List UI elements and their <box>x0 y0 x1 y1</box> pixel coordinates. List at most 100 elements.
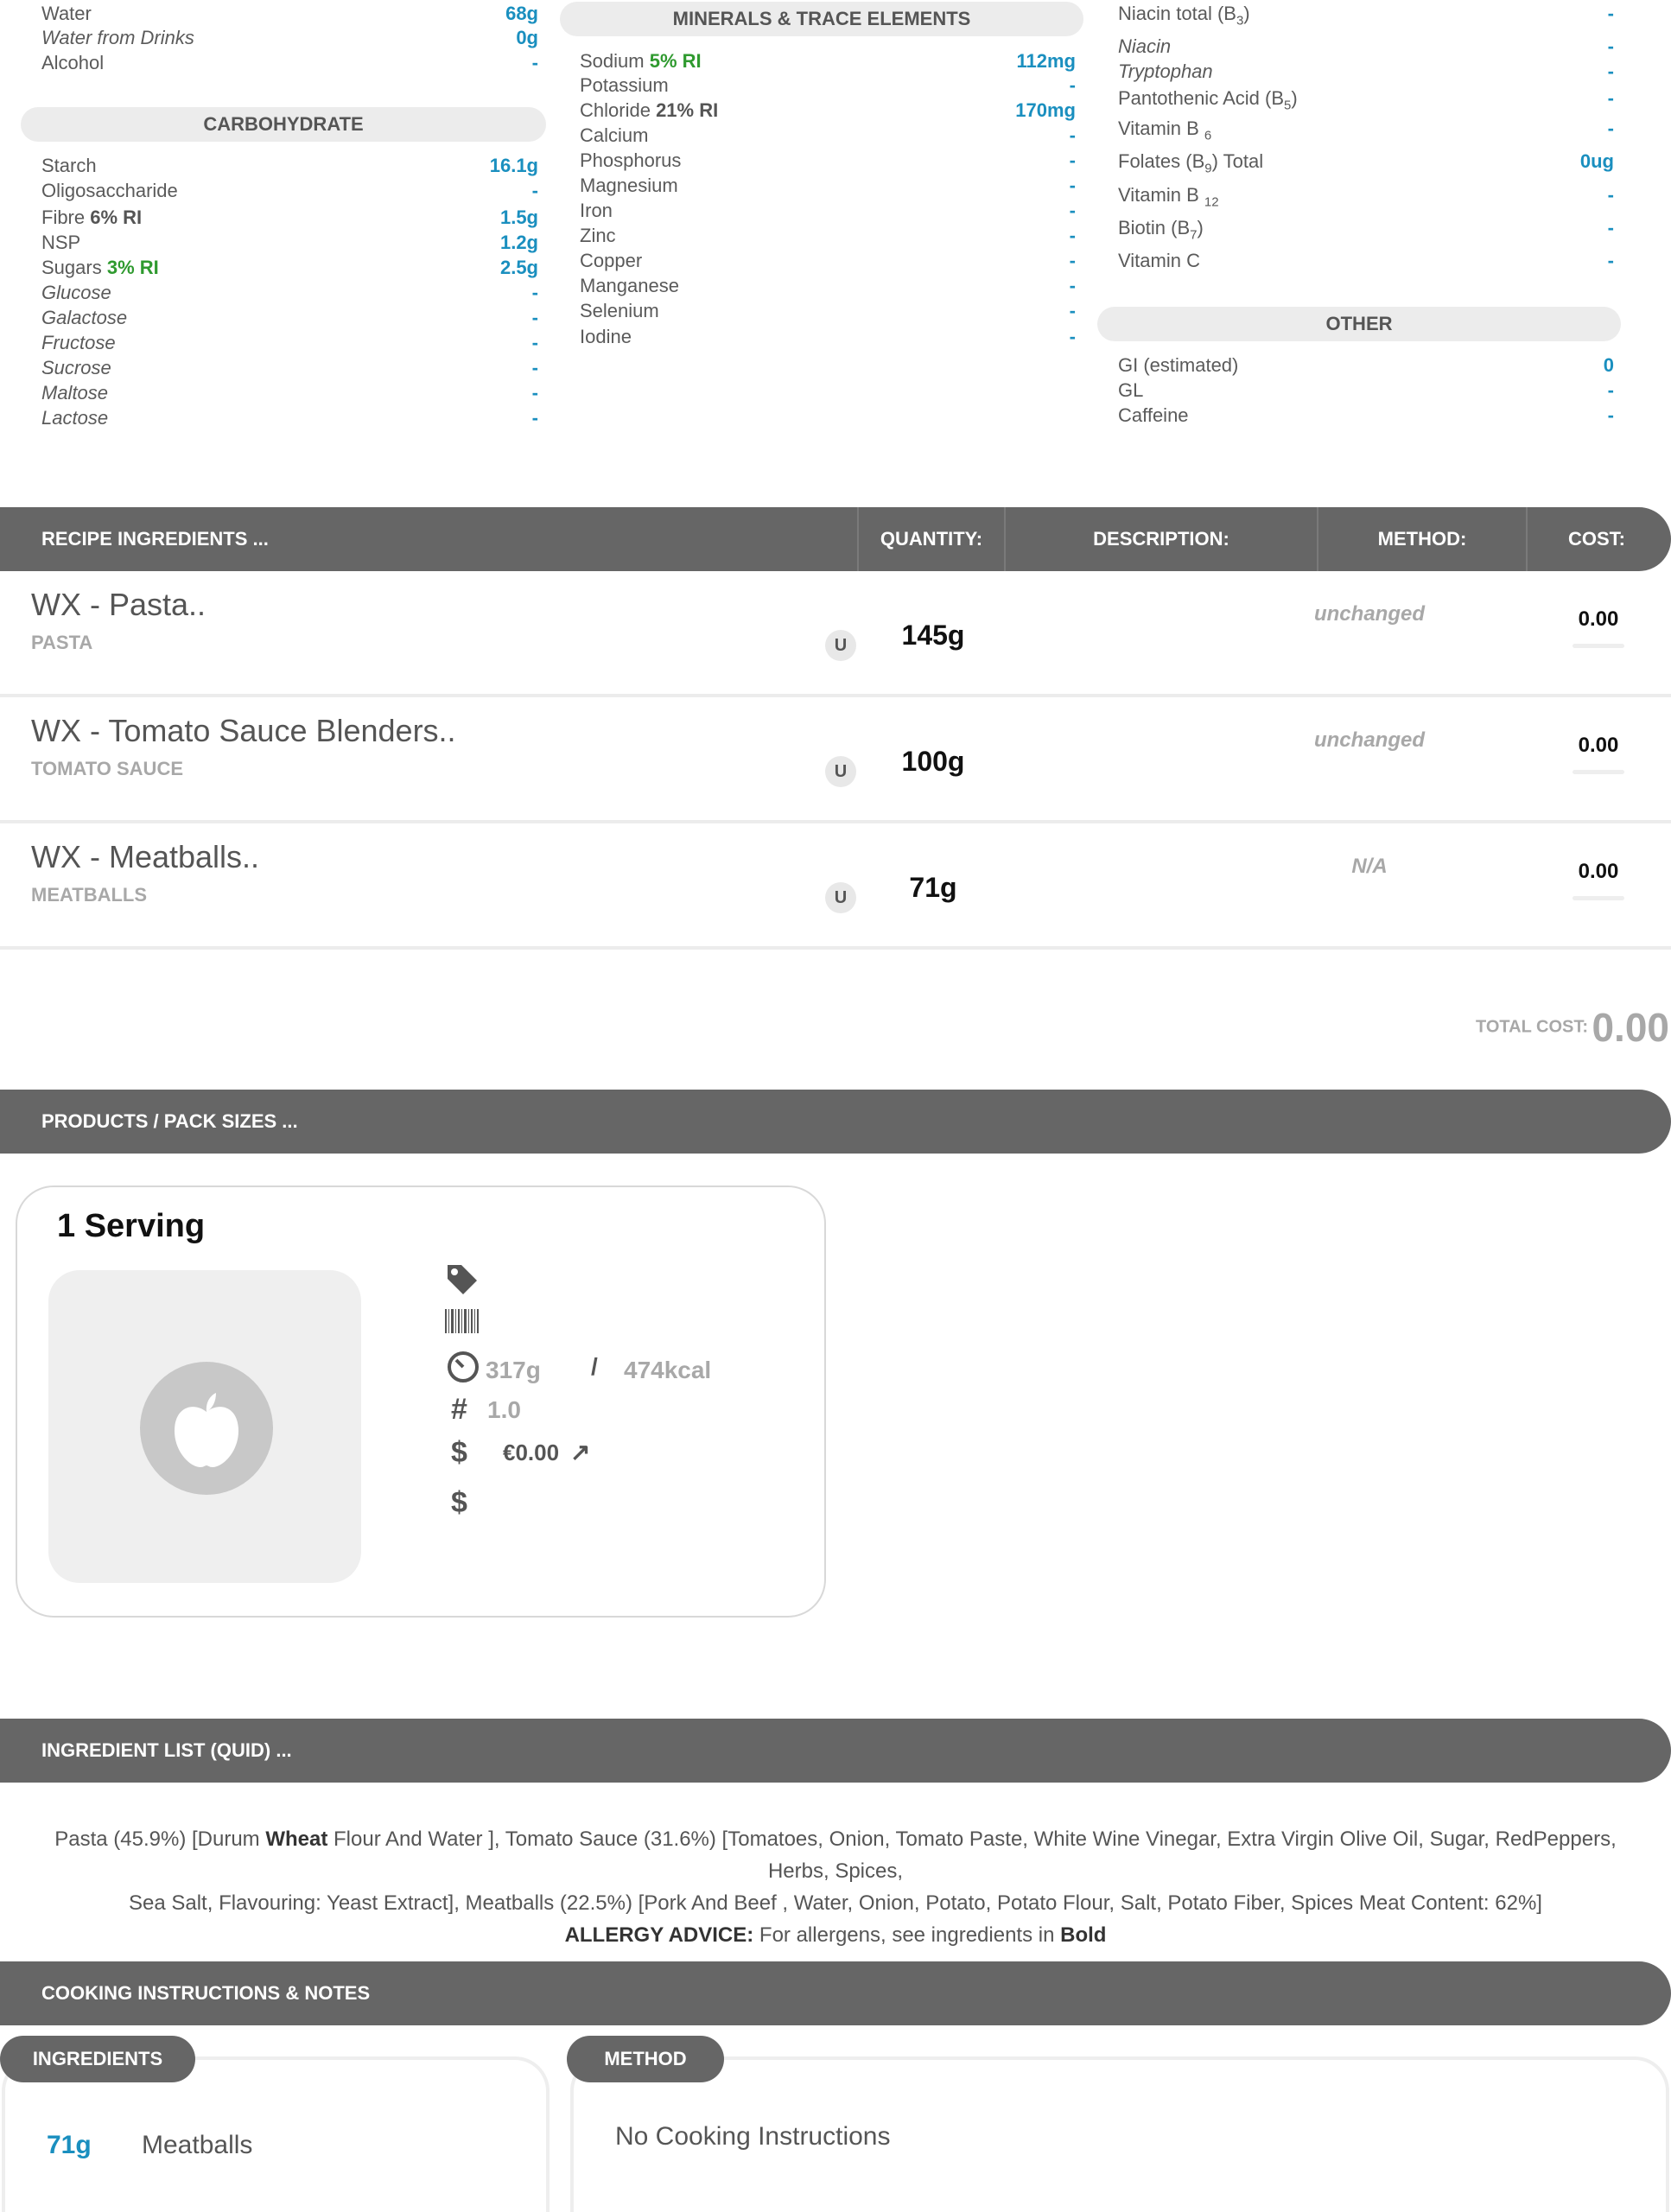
tab-method[interactable]: METHOD <box>567 2036 724 2082</box>
cooking-instructions-title: COOKING INSTRUCTIONS & NOTES <box>41 1982 371 2004</box>
nutrient-label: Selenium <box>580 300 659 321</box>
nutrient-value: - <box>1607 60 1614 82</box>
unit-badge[interactable]: U <box>825 630 856 661</box>
nutrient-value: - <box>1607 3 1614 24</box>
nutrient-label: Zinc <box>580 225 616 246</box>
hash-icon: # <box>451 1393 467 1426</box>
ingredient-cost[interactable]: 0.00 <box>1573 607 1624 632</box>
nutrient-row: Vitamin B 6 - <box>1118 117 1614 143</box>
nutrient-value: 170mg <box>1015 99 1076 121</box>
ingredient-cost[interactable]: 0.00 <box>1573 860 1624 884</box>
minerals-header: MINERALS & TRACE ELEMENTS <box>560 2 1083 36</box>
nutrient-value: - <box>1607 87 1614 109</box>
weight-energy-divider: / <box>591 1353 598 1380</box>
nutrient-label: Pantothenic Acid (B5) <box>1118 87 1298 113</box>
total-cost-label: TOTAL COST: <box>1476 1017 1589 1037</box>
ingredient-row[interactable]: WX - Tomato Sauce Blenders.. TOMATO SAUC… <box>0 697 1671 823</box>
nutrient-row: Niacin total (B3) - <box>1118 2 1614 28</box>
nutrient-value: - <box>1069 149 1076 171</box>
nutrient-row: Selenium - <box>580 299 1076 323</box>
ingredient-category: MEATBALLS <box>31 884 148 906</box>
ingredient-quantity[interactable]: 145g <box>881 620 985 652</box>
nutrient-value: - <box>1069 200 1076 221</box>
dollar-icon: $ <box>451 1436 467 1469</box>
nutrient-row-water-drinks: Water from Drinks 0g <box>41 27 538 48</box>
nutrient-label: Vitamin B 6 <box>1118 118 1212 143</box>
nutrient-value: - <box>531 407 538 429</box>
nutrient-value: - <box>1607 184 1614 206</box>
nutrient-row: Sugars 3% RI 2.5g <box>41 256 538 280</box>
nutrient-label: Sodium 5% RI <box>580 50 702 72</box>
nutrient-value: - <box>1069 300 1076 321</box>
weight-icon <box>446 1350 480 1392</box>
product-card-title: 1 Serving <box>57 1208 206 1244</box>
ingredient-name[interactable]: WX - Tomato Sauce Blenders.. <box>31 713 456 749</box>
nutrient-label: Niacin total (B3) <box>1118 3 1250 29</box>
tag-icon <box>444 1262 480 1306</box>
nutrient-row: Magnesium - <box>580 174 1076 198</box>
nutrient-label: Iron <box>580 200 613 221</box>
nutrient-label: Maltose <box>41 382 109 404</box>
unit-badge[interactable]: U <box>825 756 856 787</box>
quid-line: Sea Salt, Flavouring: Yeast Extract], Me… <box>129 1891 1542 1915</box>
nutrient-label: Niacin <box>1118 35 1172 57</box>
nutrient-value: - <box>1069 225 1076 246</box>
ingredient-method: N/A <box>1351 855 1388 878</box>
nutrient-label: Iodine <box>580 326 632 347</box>
nutrient-row-alcohol: Alcohol - <box>41 52 538 73</box>
apple-icon <box>140 1362 273 1495</box>
nutrient-row: Oligosaccharide - <box>41 179 538 203</box>
ingredient-quantity[interactable]: 71g <box>881 872 985 904</box>
pack-weight: 317g <box>486 1357 541 1383</box>
nutrient-row: Zinc - <box>580 224 1076 248</box>
nutrient-row: Folates (B9) Total 0ug <box>1118 149 1614 175</box>
nutrient-value: 2.5g <box>499 257 538 278</box>
carbohydrate-header: CARBOHYDRATE <box>21 107 546 142</box>
nutrient-row: Chloride 21% RI 170mg <box>580 99 1076 123</box>
nutrient-label: Lactose <box>41 407 109 429</box>
nutrient-label: Sucrose <box>41 357 111 378</box>
nutrient-row: Maltose - <box>41 381 538 405</box>
products-header: PRODUCTS / PACK SIZES ... <box>0 1090 1671 1154</box>
pack-energy: 474kcal <box>624 1357 712 1383</box>
ingredient-category: PASTA <box>31 632 93 653</box>
ingredient-list-text: Pasta (45.9%) [Durum Wheat Flour And Wat… <box>35 1823 1636 1951</box>
nutrient-label: Biotin (B7) <box>1118 217 1204 243</box>
quantity-column-header: QUANTITY: <box>880 528 983 550</box>
ingredient-cost[interactable]: 0.00 <box>1573 734 1624 758</box>
recipe-ingredients-header: RECIPE INGREDIENTS ... QUANTITY: DESCRIP… <box>0 507 1671 571</box>
ingredient-quantity[interactable]: 100g <box>881 746 985 778</box>
nutrient-row: Glucose - <box>41 281 538 305</box>
method-column-header: METHOD: <box>1377 528 1467 550</box>
product-image-placeholder[interactable] <box>48 1270 361 1583</box>
nutrient-value: - <box>1069 275 1076 296</box>
allergy-advice: ALLERGY ADVICE: For allergens, see ingre… <box>564 1923 1107 1947</box>
nutrient-row: Niacin - <box>1118 35 1614 59</box>
nutrient-row: Sucrose - <box>41 356 538 380</box>
nutrient-row: Caffeine - <box>1118 404 1614 428</box>
quid-line: Pasta (45.9%) [Durum Wheat Flour And Wat… <box>54 1827 1617 1883</box>
products-title: PRODUCTS / PACK SIZES ... <box>41 1110 298 1132</box>
nutrient-value: - <box>531 382 538 404</box>
ingredient-name[interactable]: WX - Meatballs.. <box>31 839 259 875</box>
other-header: OTHER <box>1097 307 1621 341</box>
nutrient-label: Fructose <box>41 332 116 353</box>
cost-underline <box>1573 644 1624 648</box>
ingredient-row[interactable]: WX - Meatballs.. MEATBALLS U 71g N/A 0.0… <box>0 823 1671 950</box>
nutrient-row-water: Water 68g <box>41 3 538 24</box>
ingredient-name[interactable]: WX - Pasta.. <box>31 587 206 623</box>
nutrient-row: GI (estimated) 0 <box>1118 353 1614 378</box>
nutrient-row: Vitamin C - <box>1118 249 1614 273</box>
nutrient-label: NSP <box>41 232 81 253</box>
nutrient-value: - <box>531 282 538 303</box>
nutrient-row: Sodium 5% RI 112mg <box>580 49 1076 73</box>
unit-badge[interactable]: U <box>825 882 856 913</box>
external-link-icon[interactable]: ↗ <box>570 1438 590 1466</box>
ri-percent: 21% RI <box>656 99 719 121</box>
ri-percent: 6% RI <box>90 207 143 228</box>
nutrient-label: Tryptophan <box>1118 60 1213 82</box>
nutrient-row: Calcium - <box>580 124 1076 148</box>
nutrient-value: 1.5g <box>499 207 538 228</box>
tab-ingredients[interactable]: INGREDIENTS <box>0 2036 195 2082</box>
ingredient-row[interactable]: WX - Pasta.. PASTA U 145g unchanged 0.00 <box>0 571 1671 697</box>
